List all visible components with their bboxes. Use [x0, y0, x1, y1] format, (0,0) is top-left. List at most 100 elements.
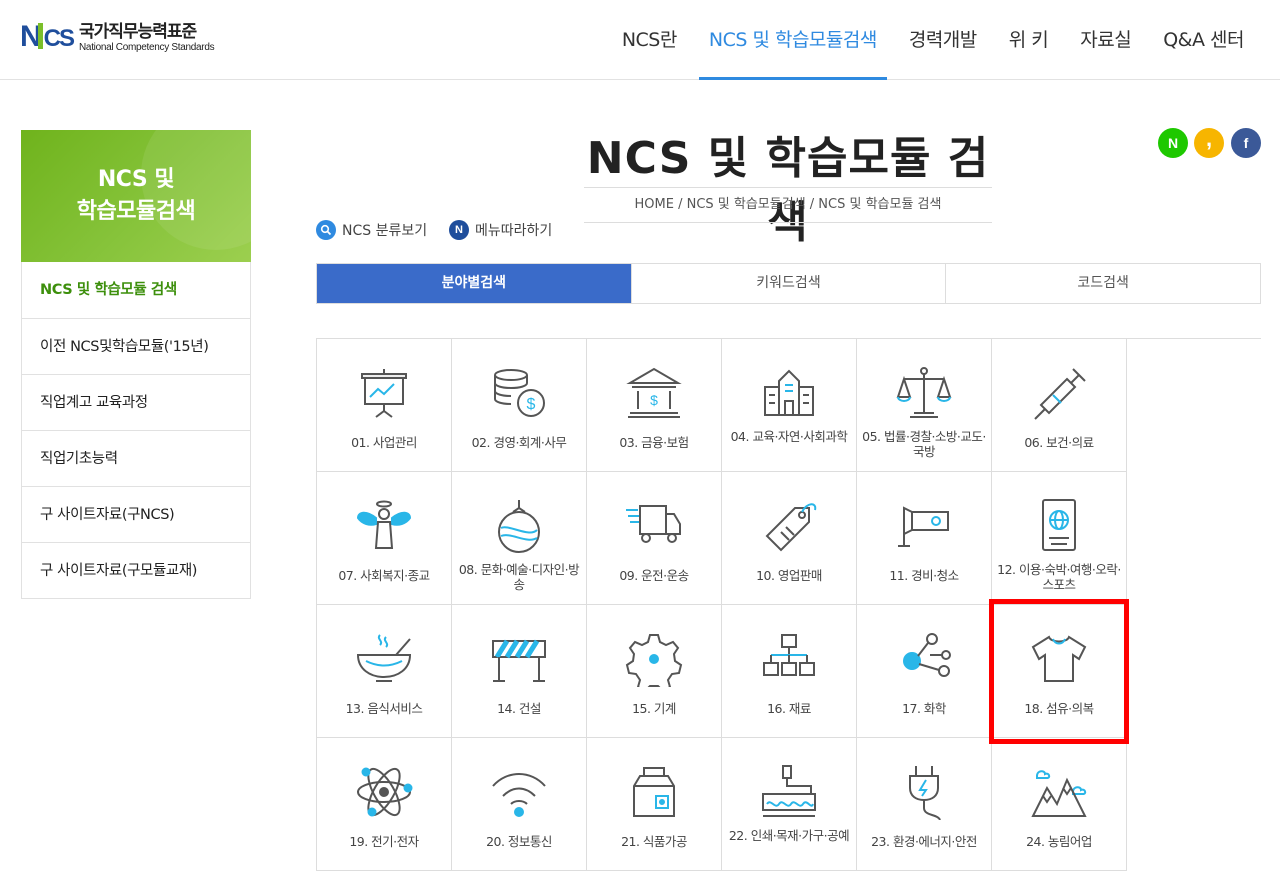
category-item-09[interactable]: 09. 운전·운송 [587, 472, 722, 605]
tshirt-icon [1031, 635, 1087, 682]
molecule-icon [903, 633, 951, 677]
category-label: 16. 재료 [767, 701, 811, 716]
tab-field-search[interactable]: 분야별검색 [317, 264, 631, 303]
n-badge-icon: N [449, 220, 469, 240]
gear-icon [625, 634, 683, 687]
tab-keyword-search[interactable]: 키워드검색 [630, 264, 946, 303]
main-navigation: NCS란 NCS 및 학습모듈검색 경력개발 위 키 자료실 Q&A 센터 [606, 0, 1260, 80]
category-item-16[interactable]: 16. 재료 [722, 605, 857, 738]
nav-ncs-search[interactable]: NCS 및 학습모듈검색 [693, 0, 893, 80]
category-item-20[interactable]: 20. 정보통신 [452, 738, 587, 871]
category-grid: 01. 사업관리 $ 02. 경영·회계·사무 $ 03. 금융·보험 04. … [316, 338, 1261, 871]
category-item-19[interactable]: 19. 전기·전자 [317, 738, 452, 871]
sidebar-title-line1: NCS 및 [97, 167, 175, 192]
category-item-15[interactable]: 15. 기계 [587, 605, 722, 738]
presentation-board-icon [361, 369, 407, 418]
category-item-11[interactable]: 11. 경비·청소 [857, 472, 992, 605]
header: N CS 국가직무능력표준 National Competency Standar… [0, 0, 1280, 80]
category-item-02[interactable]: $ 02. 경영·회계·사무 [452, 339, 587, 472]
category-item-14[interactable]: 14. 건설 [452, 605, 587, 738]
logo-english-text: National Competency Standards [79, 41, 215, 53]
kakao-icon: , [1205, 126, 1213, 151]
nav-resources[interactable]: 자료실 [1064, 0, 1147, 80]
ornament-icon [498, 500, 540, 553]
sidebar-item-old-ncs[interactable]: 구 사이트자료(구NCS) [22, 486, 250, 542]
category-item-08[interactable]: 08. 문화·예술·디자인·방송 [452, 472, 587, 605]
category-label: 12. 이용·숙박·여행·오락·스포츠 [997, 562, 1121, 592]
category-item-10[interactable]: 10. 영업판매 [722, 472, 857, 605]
naver-share-button[interactable]: N [1158, 128, 1188, 158]
sidebar-item-old-module[interactable]: 구 사이트자료(구모듈교재) [22, 542, 250, 598]
category-item-01[interactable]: 01. 사업관리 [317, 339, 452, 472]
category-item-13[interactable]: 13. 음식서비스 [317, 605, 452, 738]
nav-career[interactable]: 경력개발 [893, 0, 993, 80]
wifi-icon [492, 773, 546, 817]
menu-follow-label: 메뉴따라하기 [475, 223, 553, 239]
syringe-icon [1034, 368, 1086, 420]
category-label: 15. 기계 [632, 701, 676, 716]
tab-code-search[interactable]: 코드검색 [945, 264, 1260, 303]
category-item-17[interactable]: 17. 화학 [857, 605, 992, 738]
category-label: 18. 섬유·의복 [1024, 701, 1094, 716]
nav-ncs-about[interactable]: NCS란 [606, 0, 693, 80]
sidebar-menu: NCS 및 학습모듈 검색 이전 NCS및학습모듈('15년) 직업계고 교육과… [21, 262, 251, 599]
ncs-logo-mark: N CS [20, 20, 75, 53]
sidebar-title-line2: 학습모듈검색 [76, 199, 196, 224]
school-building-icon [764, 369, 814, 416]
category-label: 03. 금융·보험 [619, 435, 689, 450]
site-logo[interactable]: N CS 국가직무능력표준 National Competency Standar… [20, 20, 215, 56]
svg-text:$: $ [650, 392, 658, 408]
bank-icon: $ [626, 367, 682, 418]
category-item-18[interactable]: 18. 섬유·의복 [992, 605, 1127, 738]
nav-qna[interactable]: Q&A 센터 [1147, 0, 1260, 80]
category-label: 14. 건설 [497, 701, 541, 716]
price-tag-icon [765, 503, 817, 552]
ncs-classify-link[interactable]: NCS 분류보기 [316, 220, 427, 240]
category-label: 11. 경비·청소 [889, 568, 959, 583]
category-item-07[interactable]: 07. 사회복지·종교 [317, 472, 452, 605]
facebook-icon: f [1243, 135, 1249, 151]
category-item-04[interactable]: 04. 교육·자연·사회과학 [722, 339, 857, 472]
category-label: 01. 사업관리 [351, 435, 417, 450]
category-label: 21. 식품가공 [621, 834, 687, 849]
construction-barrier-icon [492, 639, 546, 682]
passport-icon [1042, 499, 1076, 551]
logo-korean-text: 국가직무능력표준 [79, 21, 197, 42]
mountains-icon [1031, 770, 1087, 817]
paint-roller-icon [762, 765, 816, 817]
category-label: 07. 사회복지·종교 [338, 568, 430, 583]
sidebar-item-ncs-search[interactable]: NCS 및 학습모듈 검색 [22, 262, 250, 318]
category-item-05[interactable]: 05. 법률·경찰·소방·교도·국방 [857, 339, 992, 472]
category-label: 22. 인쇄·목재·가구·공예 [728, 828, 850, 843]
hierarchy-icon [763, 634, 815, 676]
category-item-21[interactable]: 21. 식품가공 [587, 738, 722, 871]
category-item-03[interactable]: $ 03. 금융·보험 [587, 339, 722, 472]
magnifier-icon [316, 220, 336, 240]
svg-text:$: $ [527, 396, 536, 413]
sidebar-title: NCS 및 학습모듈검색 [21, 130, 251, 262]
category-label: 02. 경영·회계·사무 [471, 435, 567, 450]
category-item-22[interactable]: 22. 인쇄·목재·가구·공예 [722, 738, 857, 871]
category-item-12[interactable]: 12. 이용·숙박·여행·오락·스포츠 [992, 472, 1127, 605]
category-item-06[interactable]: 06. 보건·의료 [992, 339, 1127, 472]
menu-follow-link[interactable]: N 메뉴따라하기 [449, 220, 552, 240]
category-item-24[interactable]: 24. 농림어업 [992, 738, 1127, 871]
facebook-share-button[interactable]: f [1231, 128, 1261, 158]
scales-icon [896, 367, 952, 418]
sidebar-item-previous-ncs[interactable]: 이전 NCS및학습모듈('15년) [22, 318, 250, 374]
cctv-camera-icon [898, 506, 949, 547]
category-label: 10. 영업판매 [756, 568, 822, 583]
power-plug-icon [909, 766, 941, 820]
sidebar-item-vocational-curriculum[interactable]: 직업계고 교육과정 [22, 374, 250, 430]
category-label: 20. 정보통신 [486, 834, 552, 849]
kakao-share-button[interactable]: , [1194, 128, 1224, 158]
sidebar-item-basic-competency[interactable]: 직업기초능력 [22, 430, 250, 486]
milk-carton-icon [633, 767, 675, 817]
category-label: 23. 환경·에너지·안전 [871, 834, 977, 849]
category-label: 17. 화학 [902, 701, 946, 716]
category-item-23[interactable]: 23. 환경·에너지·안전 [857, 738, 992, 871]
search-tabs: 분야별검색 키워드검색 코드검색 [316, 263, 1261, 304]
category-label: 08. 문화·예술·디자인·방송 [458, 562, 580, 592]
category-label: 09. 운전·운송 [619, 568, 689, 583]
nav-wiki[interactable]: 위 키 [993, 0, 1065, 80]
